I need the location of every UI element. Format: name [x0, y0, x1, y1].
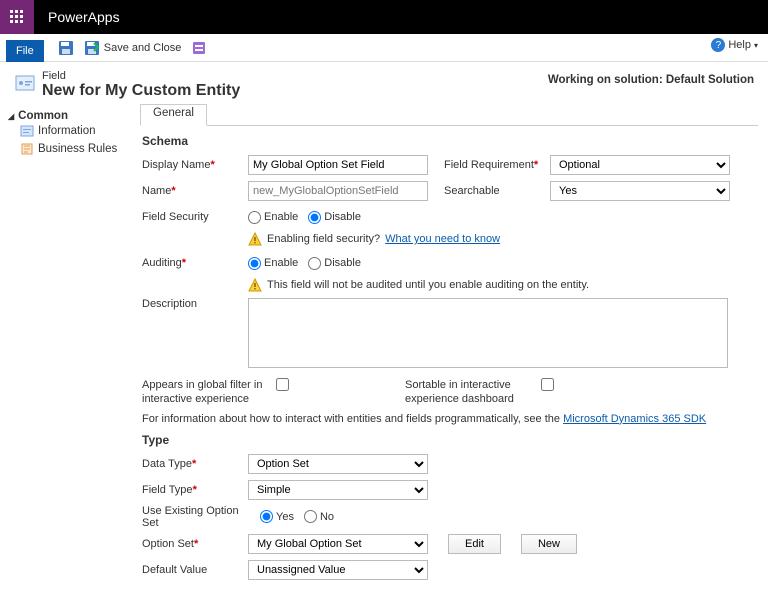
sdk-link[interactable]: Microsoft Dynamics 365 SDK	[563, 413, 706, 425]
waffle-icon	[9, 9, 25, 25]
field-requirement-label: Field Requirement*	[444, 159, 544, 171]
global-filter-checkbox[interactable]	[276, 378, 289, 391]
use-existing-label: Use Existing Option Set	[142, 505, 254, 529]
field-type-label: Field Type*	[142, 484, 242, 496]
solution-context: Working on solution: Default Solution	[548, 74, 754, 86]
save-close-label: Save and Close	[104, 42, 182, 54]
display-name-input[interactable]	[248, 155, 428, 175]
tab-general[interactable]: General	[140, 104, 207, 126]
manage-button[interactable]	[191, 40, 207, 56]
auditing-label: Auditing*	[142, 257, 242, 269]
warning-icon	[248, 232, 262, 246]
sidebar-item-label: Information	[38, 125, 96, 137]
sidebar-item-label: Business Rules	[38, 143, 117, 155]
field-requirement-select[interactable]: Optional	[550, 155, 730, 175]
section-type: Type	[142, 433, 758, 447]
sortable-label: Sortable in interactive experience dashb…	[405, 378, 535, 407]
field-security-label: Field Security	[142, 211, 242, 223]
default-value-select[interactable]: Unassigned Value	[248, 560, 428, 580]
help-icon: ?	[711, 38, 725, 52]
manage-icon	[191, 40, 207, 56]
save-and-close-button[interactable]: Save and Close	[84, 40, 182, 56]
description-label: Description	[142, 298, 242, 310]
entity-icon	[14, 72, 36, 94]
file-tab[interactable]: File	[6, 40, 44, 62]
name-label: Name*	[142, 185, 242, 197]
sidebar-item-information[interactable]: Information	[8, 122, 140, 140]
header-category: Field	[42, 70, 548, 82]
searchable-select[interactable]: Yes	[550, 181, 730, 201]
caret-down-icon: ◢	[8, 112, 14, 121]
section-schema: Schema	[142, 134, 758, 148]
data-type-label: Data Type*	[142, 458, 242, 470]
security-warning-text: Enabling field security?	[267, 233, 380, 245]
field-security-enable[interactable]: Enable	[248, 211, 298, 224]
sidebar-group-common[interactable]: ◢ Common	[8, 110, 140, 122]
brand-title: PowerApps	[34, 0, 134, 34]
field-security-disable[interactable]: Disable	[308, 211, 361, 224]
help-menu[interactable]: ? Help ▾	[711, 38, 758, 52]
save-close-icon	[84, 40, 100, 56]
warning-icon	[248, 278, 262, 292]
chevron-down-icon: ▾	[754, 41, 758, 50]
rules-icon	[20, 142, 34, 156]
auditing-disable[interactable]: Disable	[308, 257, 361, 270]
display-name-label: Display Name*	[142, 159, 242, 171]
auditing-warning-text: This field will not be audited until you…	[267, 279, 589, 291]
field-type-select[interactable]: Simple	[248, 480, 428, 500]
sidebar-item-business-rules[interactable]: Business Rules	[8, 140, 140, 158]
new-button[interactable]: New	[521, 534, 577, 554]
sidebar-group-label: Common	[18, 110, 68, 122]
app-launcher[interactable]	[0, 0, 34, 34]
sortable-checkbox[interactable]	[541, 378, 554, 391]
global-filter-label: Appears in global filter in interactive …	[142, 378, 270, 407]
save-button[interactable]	[58, 40, 74, 56]
help-label: Help	[728, 39, 751, 51]
use-existing-yes[interactable]: Yes	[260, 510, 294, 523]
default-value-label: Default Value	[142, 564, 242, 576]
description-input[interactable]	[248, 298, 728, 368]
auditing-enable[interactable]: Enable	[248, 257, 298, 270]
option-set-select[interactable]: My Global Option Set	[248, 534, 428, 554]
name-input[interactable]	[248, 181, 428, 201]
data-type-select[interactable]: Option Set	[248, 454, 428, 474]
page-title: New for My Custom Entity	[42, 82, 548, 100]
searchable-label: Searchable	[444, 185, 544, 197]
use-existing-no[interactable]: No	[304, 510, 334, 523]
security-warning-link[interactable]: What you need to know	[385, 233, 500, 245]
sdk-info-text: For information about how to interact wi…	[142, 413, 563, 425]
info-icon	[20, 124, 34, 138]
edit-button[interactable]: Edit	[448, 534, 501, 554]
option-set-label: Option Set*	[142, 538, 242, 550]
save-icon	[58, 40, 74, 56]
